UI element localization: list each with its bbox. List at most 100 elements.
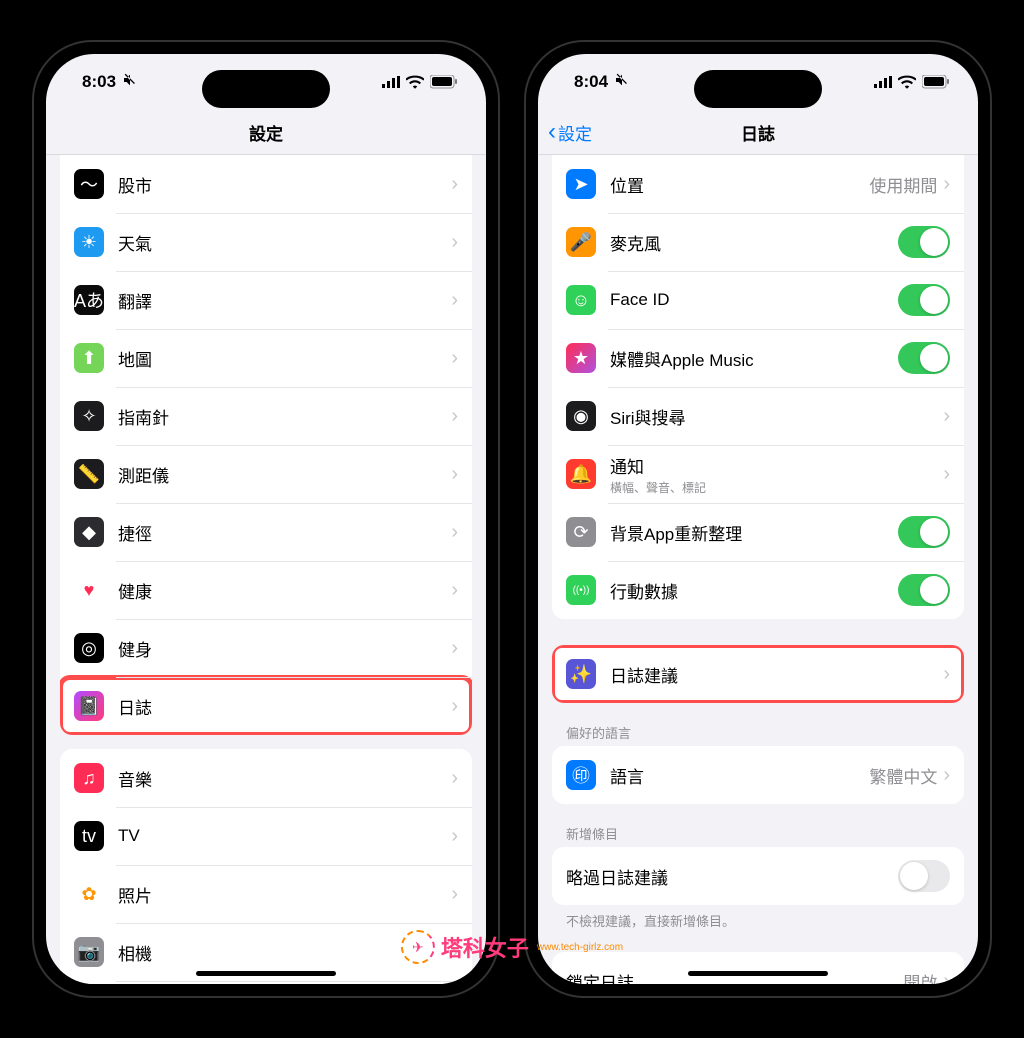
- row-tv-icon[interactable]: tvTV›: [60, 807, 472, 865]
- row-label: 語言: [610, 763, 869, 788]
- section-header-newentry: 新增條目: [566, 824, 950, 843]
- chevron-right-icon: ›: [451, 289, 458, 312]
- page-title: 日誌: [741, 120, 775, 145]
- row-photos-icon[interactable]: ✿照片›: [60, 865, 472, 923]
- measure-icon: 📏: [74, 459, 104, 489]
- faceid-icon: ☺︎: [566, 285, 596, 315]
- toggle[interactable]: [898, 574, 950, 606]
- screen-right: 8:04 ‹ 設定 日誌 ➤位置使用期間›🎤麥克風☺︎Face ID★媒體與Ap…: [538, 54, 978, 984]
- chevron-left-icon: ‹: [548, 118, 556, 146]
- row-shortcuts-icon[interactable]: ◆捷徑›: [60, 503, 472, 561]
- status-time: 8:04: [574, 72, 608, 92]
- row-item[interactable]: 略過日誌建議: [552, 847, 964, 905]
- watermark-brand: 塔科女子: [441, 931, 529, 963]
- location-icon: ➤: [566, 169, 596, 199]
- row-label: 日誌: [118, 694, 451, 719]
- row-weather-icon[interactable]: ☀︎天氣›: [60, 213, 472, 271]
- row-siri-icon[interactable]: ◉Siri與搜尋›: [552, 387, 964, 445]
- row-journal-icon[interactable]: 📓日誌›: [60, 677, 472, 735]
- row-sublabel: 橫幅、聲音、標記: [610, 479, 943, 496]
- toggle[interactable]: [898, 226, 950, 258]
- row-notification-icon[interactable]: 🔔 通知橫幅、聲音、標記›: [552, 445, 964, 503]
- wifi-icon: [406, 75, 424, 89]
- chevron-right-icon: ›: [943, 463, 950, 486]
- phone-right: 8:04 ‹ 設定 日誌 ➤位置使用期間›🎤麥克風☺︎Face ID★媒體與Ap…: [524, 40, 992, 998]
- back-label: 設定: [558, 120, 592, 145]
- photos-icon: ✿: [74, 879, 104, 909]
- row-health-icon[interactable]: ♥健康›: [60, 561, 472, 619]
- notification-icon: 🔔: [566, 459, 596, 489]
- row-refresh-icon[interactable]: ⟳背景App重新整理: [552, 503, 964, 561]
- siri-icon: ◉: [566, 401, 596, 431]
- row-translate-icon[interactable]: Aあ翻譯›: [60, 271, 472, 329]
- mic-icon: 🎤: [566, 227, 596, 257]
- chevron-right-icon: ›: [451, 521, 458, 544]
- row-label: 天氣: [118, 230, 451, 255]
- row-books-icon[interactable]: ▥書籍›: [60, 981, 472, 984]
- toggle[interactable]: [898, 284, 950, 316]
- chevron-right-icon: ›: [943, 970, 950, 985]
- settings-list[interactable]: 〜股市›☀︎天氣›Aあ翻譯›⬆︎地圖›✧指南針›📏測距儀›◆捷徑›♥健康›◎健身…: [46, 155, 486, 984]
- row-label: 麥克風: [610, 230, 898, 255]
- row-label: 指南針: [118, 404, 451, 429]
- journal-settings-list[interactable]: ➤位置使用期間›🎤麥克風☺︎Face ID★媒體與Apple Music◉Sir…: [538, 155, 978, 984]
- toggle[interactable]: [898, 860, 950, 892]
- suggestions-icon: ✨: [566, 659, 596, 689]
- chevron-right-icon: ›: [451, 173, 458, 196]
- row-label: 日誌建議: [610, 662, 943, 687]
- chevron-right-icon: ›: [451, 883, 458, 906]
- journal-icon: 📓: [74, 691, 104, 721]
- watermark: ✈ 塔科女子 www.tech-girlz.com: [401, 930, 623, 964]
- row-measure-icon[interactable]: 📏測距儀›: [60, 445, 472, 503]
- status-time: 8:03: [82, 72, 116, 92]
- page-title: 設定: [249, 120, 283, 145]
- row-faceid-icon[interactable]: ☺︎ Face ID: [552, 271, 964, 329]
- row-label: 行動數據: [610, 578, 898, 603]
- cellular-icon: [382, 76, 400, 88]
- refresh-icon: ⟳: [566, 517, 596, 547]
- media-icon: ★: [566, 343, 596, 373]
- row-mic-icon[interactable]: 🎤 麥克風: [552, 213, 964, 271]
- row-label: 略過日誌建議: [566, 864, 898, 889]
- row-cellular-icon[interactable]: ((•)) 行動數據: [552, 561, 964, 619]
- mute-icon: [614, 72, 630, 93]
- row-label: TV: [118, 826, 451, 846]
- row-label: Face ID: [610, 290, 898, 310]
- health-icon: ♥: [74, 575, 104, 605]
- row-label: 音樂: [118, 766, 451, 791]
- row-compass-icon[interactable]: ✧指南針›: [60, 387, 472, 445]
- chevron-right-icon: ›: [451, 463, 458, 486]
- row-label: 通知: [610, 453, 943, 478]
- row-location-icon[interactable]: ➤位置使用期間›: [552, 155, 964, 213]
- mute-icon: [122, 72, 138, 93]
- row-fitness-icon[interactable]: ◎健身›: [60, 619, 472, 677]
- section-header-language: 偏好的語言: [566, 723, 950, 742]
- screen-left: 8:03 設定 〜股市›☀︎天氣›Aあ翻譯›⬆︎地圖›✧指南針›📏測距儀›◆捷徑…: [46, 54, 486, 984]
- row-label: Siri與搜尋: [610, 404, 943, 429]
- toggle[interactable]: [898, 516, 950, 548]
- dynamic-island: [694, 70, 822, 108]
- row-language-icon[interactable]: ㊞語言繁體中文›: [552, 746, 964, 804]
- stocks-icon: 〜: [74, 169, 104, 199]
- back-button[interactable]: ‹ 設定: [548, 118, 592, 146]
- row-label: 股市: [118, 172, 451, 197]
- translate-icon: Aあ: [74, 285, 104, 315]
- chevron-right-icon: ›: [943, 663, 950, 686]
- watermark-url: www.tech-girlz.com: [537, 942, 623, 953]
- chevron-right-icon: ›: [451, 231, 458, 254]
- toggle[interactable]: [898, 342, 950, 374]
- row-label: 地圖: [118, 346, 451, 371]
- row-music-icon[interactable]: ♫音樂›: [60, 749, 472, 807]
- row-suggestions-icon[interactable]: ✨ 日誌建議›: [552, 645, 964, 703]
- home-indicator[interactable]: [688, 971, 828, 976]
- row-stocks-icon[interactable]: 〜股市›: [60, 155, 472, 213]
- cellular-icon: [874, 76, 892, 88]
- row-maps-icon[interactable]: ⬆︎地圖›: [60, 329, 472, 387]
- row-label: 位置: [610, 172, 869, 197]
- home-indicator[interactable]: [196, 971, 336, 976]
- cellular-icon: ((•)): [566, 575, 596, 605]
- watermark-icon: ✈: [401, 930, 435, 964]
- chevron-right-icon: ›: [451, 767, 458, 790]
- row-media-icon[interactable]: ★媒體與Apple Music: [552, 329, 964, 387]
- row-label: 捷徑: [118, 520, 451, 545]
